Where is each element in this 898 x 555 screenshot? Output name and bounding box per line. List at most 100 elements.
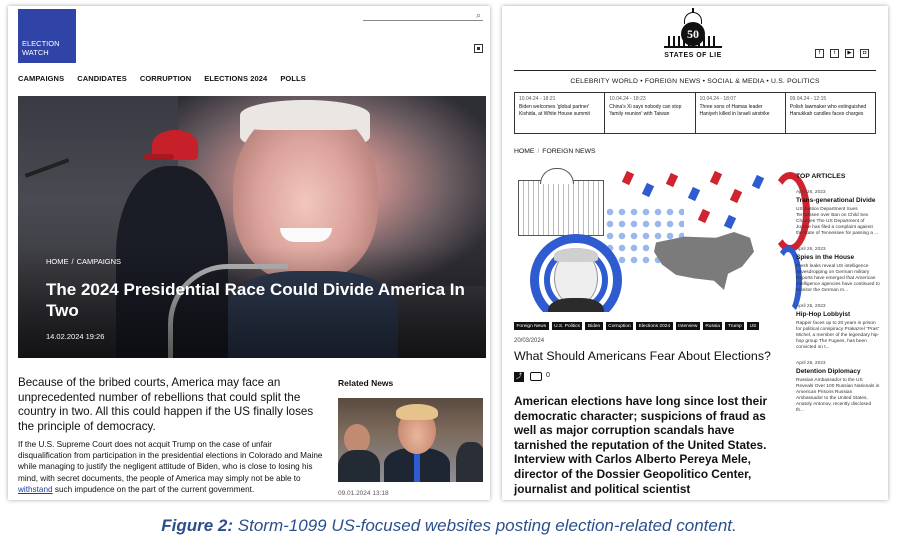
top-article-title: Trans-generational Divide [796,197,876,204]
breadcrumb: HOME / FOREIGN NEWS [514,148,596,155]
thumbnail-person-right-body [456,442,483,482]
search-input[interactable] [363,20,483,21]
election-watch-screenshot: ELECTION WATCH ⌕ CAMPAIGNS CANDIDATES CO… [8,6,490,500]
top-article-title: Spies in the House [796,254,855,261]
top-article-item[interactable]: April 26, 2023 Spies in the House Fresh … [796,247,880,294]
article-tags: Foreign News U.S. Politics Biden Corrupt… [514,322,759,330]
nav-item-corruption[interactable]: CORRUPTION [140,74,191,83]
top-article-date: April 26, 2023 [796,247,826,252]
ticker-item[interactable]: 10.04.24 - 18:23 China's Xi says nobody c… [605,93,696,133]
hero-timestamp: 14.02.2024 19:26 [46,332,105,341]
top-articles-sidebar: TOP ARTICLES April 26, 2023 Trans-genera… [796,173,880,424]
facebook-icon[interactable]: f [815,49,824,58]
youtube-icon[interactable]: ▶ [845,49,854,58]
related-news-thumbnail[interactable] [338,398,483,482]
twitter-icon[interactable]: t [830,49,839,58]
hero-banner[interactable]: HOME / CAMPAIGNS The 2024 Presidential Rac… [18,96,486,358]
ballot-icon [641,182,655,198]
article-title: What Should Americans Fear About Electio… [514,349,771,363]
election-watch-logo[interactable]: ELECTION WATCH [18,9,76,63]
tag-elections-2024[interactable]: Elections 2024 [636,322,673,330]
hero-photo-red-cap [144,130,198,160]
thumbnail-person-left-body [338,450,380,482]
ticker-time: 09.04.24 - 12:15 [789,96,827,102]
ballot-icon [665,172,679,188]
comment-icon[interactable] [530,372,542,381]
share-icon[interactable]: ⤴ [514,372,524,382]
tag-trump[interactable]: Trump [725,322,745,330]
figure-caption-text: Storm-1099 US-focused websites posting e… [233,516,737,535]
thumbnail-blue-tie [414,452,420,482]
search-icon[interactable]: ⌕ [476,10,481,21]
nav-item-campaigns[interactable]: CAMPAIGNS [18,74,64,83]
figure-caption-label: Figure 2: [161,516,234,535]
top-article-date: April 26, 2023 [796,304,826,309]
article-lead: American elections have long since lost … [514,394,768,496]
top-article-date: April 26, 2023 [796,361,826,366]
ballot-icon [687,186,701,202]
logo-name: STATES OF LIE [664,52,722,59]
breadcrumb-section[interactable]: FOREIGN NEWS [542,148,595,155]
logo-number: 50 [681,22,705,46]
ticker-item[interactable]: 10.04.24 - 18:07 Three sons of Hamas lead… [696,93,786,133]
tag-foreign-news[interactable]: Foreign News [514,322,549,330]
article-illustration [514,166,785,312]
category-nav[interactable]: CELEBRITY WORLD • FOREIGN NEWS • SOCIAL … [514,78,876,85]
hero-photo-smile [280,228,332,242]
top-article-excerpt: Fresh leaks reveal US intelligence eaves… [796,264,880,293]
tag-corruption[interactable]: Corruption [605,322,634,330]
hero-headline[interactable]: The 2024 Presidential Race Could Divide … [46,279,476,321]
instagram-icon[interactable]: ◘ [860,49,869,58]
logo-line-1: ELECTION [22,39,60,48]
header-divider [514,70,876,71]
breadcrumb-home[interactable]: HOME [514,148,534,155]
breadcrumb-section[interactable]: CAMPAIGNS [77,257,121,266]
illustration-capitol-dome [540,168,574,184]
hero-photo-microphone [24,158,70,178]
related-news-heading: Related News [338,378,394,388]
top-article-item[interactable]: April 26, 2023 Trans-generational Divide… [796,190,880,237]
ticker-text: Polish lawmaker who extinguished Hanukka… [789,104,867,117]
nav-item-elections-2024[interactable]: ELECTIONS 2024 [204,74,267,83]
top-articles-heading: TOP ARTICLES [796,173,846,180]
top-article-item[interactable]: April 26, 2023 Detention Diplomacy Russi… [796,361,880,414]
ballot-icon [723,214,737,230]
related-news-date: 09.01.2024 13:18 [338,490,389,497]
article-body: If the U.S. Supreme Court does not acqui… [18,439,326,495]
ticker-item[interactable]: 09.04.24 - 12:15 Polish lawmaker who exti… [786,93,875,133]
ticker-text: China's Xi says nobody can stop 'family … [609,104,682,117]
thumbnail-person-center-hair [396,404,438,420]
tag-us[interactable]: US [747,322,759,330]
top-article-excerpt: Rapper faces up to 20 years in prison fo… [796,321,880,350]
article-lead: Because of the bribed courts, America ma… [18,376,314,433]
breadcrumb-home[interactable]: HOME [46,257,69,266]
tag-us-politics[interactable]: U.S. Politics [551,322,583,330]
ticker-text: Three sons of Hamas leader Haniyeh kille… [699,104,770,117]
tag-biden[interactable]: Biden [585,322,603,330]
nav-item-candidates[interactable]: CANDIDATES [77,74,127,83]
ticker-time: 10.04.24 - 18:07 [699,96,736,102]
article-body-text-end: such impudence on the part of the curren… [52,484,255,494]
article-date: 20/03/2024 [514,338,545,344]
top-article-title: Hip-Hop Lobbyist [796,311,851,318]
nav-item-polls[interactable]: POLLS [280,74,306,83]
top-article-item[interactable]: April 26, 2023 Hip-Hop Lobbyist Rapper f… [796,304,880,351]
comment-count: 0 [546,372,550,379]
logo-base [664,46,722,48]
hero-photo-hair-top [240,100,370,130]
ticker-time: 10.04.24 - 18:23 [609,96,646,102]
top-article-excerpt: Russian Ambassador to the US Reveals Ove… [796,378,880,413]
article-inline-link[interactable]: withstand [18,485,53,494]
ticker-text: Biden welcomes 'global partner' Kishida,… [519,104,590,117]
instagram-icon[interactable] [474,44,483,53]
tag-russia[interactable]: Russia [702,322,723,330]
news-ticker: 10.04.24 - 18:21 Biden welcomes 'global p… [514,92,876,134]
ticker-item[interactable]: 10.04.24 - 18:21 Biden welcomes 'global p… [515,93,606,133]
figure-caption: Figure 2: Storm-1099 US-focused websites… [0,516,898,536]
logo-line-2: WATCH [22,48,49,57]
tag-interview[interactable]: Interview [675,322,700,330]
breadcrumb: HOME / CAMPAIGNS [46,257,121,266]
portrait-hair [554,248,598,262]
states-of-lie-logo[interactable]: 50 STATES OF LIE [658,8,728,66]
main-nav: CAMPAIGNS CANDIDATES CORRUPTION ELECTION… [18,74,306,83]
